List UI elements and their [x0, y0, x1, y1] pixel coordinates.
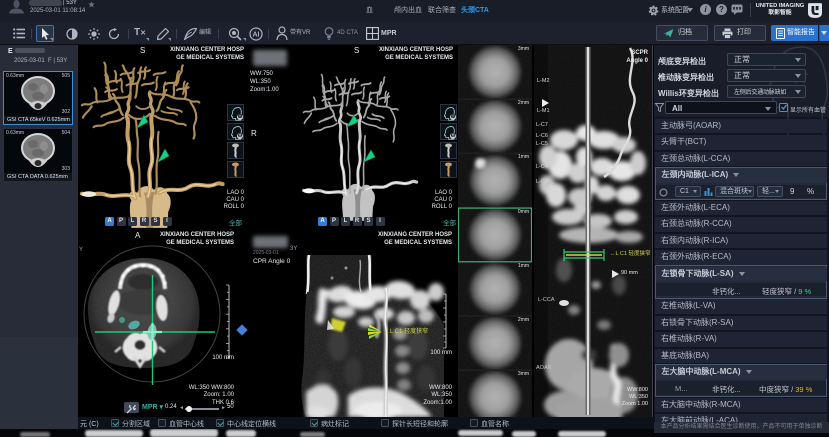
svg-text:AI: AI: [253, 32, 260, 39]
